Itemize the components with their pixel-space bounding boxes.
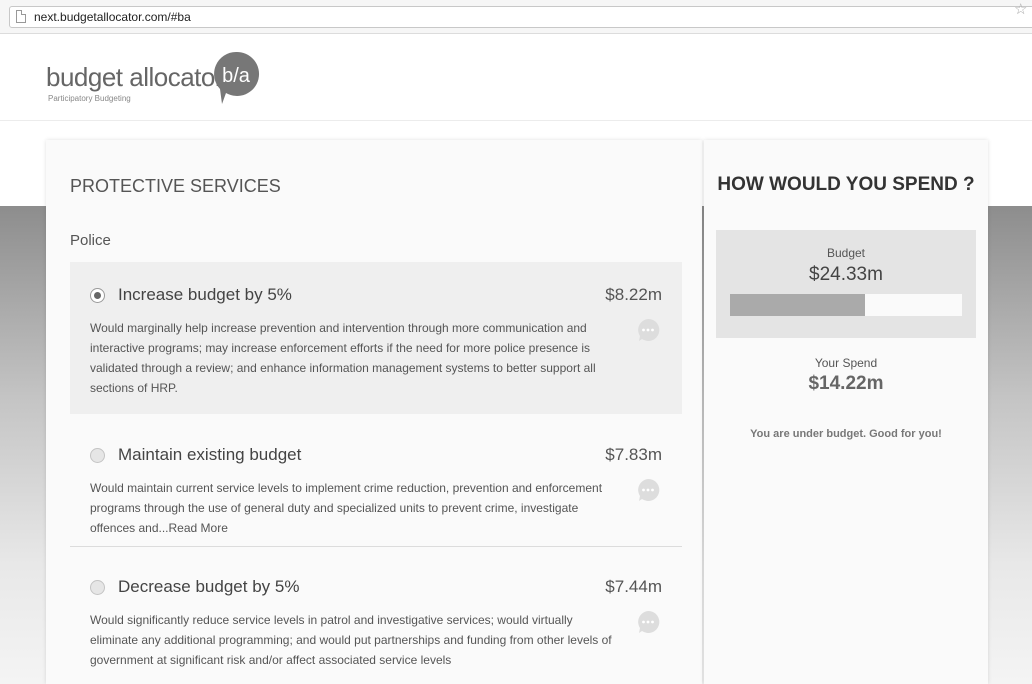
logo-wordmark[interactable]: budget allocator [46,62,224,93]
spend-label: Your Spend [814,356,878,370]
budget-status-message: You are under budget. Good for you! [750,428,942,440]
logo-tagline: Participatory Budgeting [48,94,131,103]
budget-value: $24.33m [809,264,883,285]
spend-progress-fill [730,294,866,316]
radio-unselected[interactable] [90,580,105,595]
option-price: $7.44m [605,577,662,596]
option-maintain-budget[interactable]: Maintain existing budget $7.83m Would ma… [70,422,682,547]
radio-unselected[interactable] [90,448,105,463]
subsection-title: Police [70,232,111,249]
comment-icon[interactable] [636,318,660,342]
option-description: Would significantly reduce service level… [90,613,612,667]
browser-toolbar: next.budgetallocator.com/#ba ☆ [0,0,1032,34]
comment-icon[interactable] [636,478,660,502]
star-icon[interactable]: ☆ [1014,0,1027,18]
option-price: $8.22m [605,285,662,304]
option-description: Would marginally help increase preventio… [90,321,596,395]
spend-progress-bar [730,294,962,316]
page-icon [16,10,26,23]
summary-heading: HOW WOULD YOU SPEND ? [717,174,975,195]
option-description: Would maintain current service levels to… [90,481,603,535]
address-bar[interactable]: next.budgetallocator.com/#ba [9,6,1032,28]
option-decrease-budget[interactable]: Decrease budget by 5% $7.44m Would signi… [70,554,682,684]
radio-selected[interactable] [90,288,105,303]
logo-mark-text: b/a [222,65,251,87]
option-increase-budget[interactable]: Increase budget by 5% $8.22m Would margi… [70,262,682,414]
option-label[interactable]: Maintain existing budget [118,445,301,465]
url-text[interactable]: next.budgetallocator.com/#ba [34,10,191,24]
spend-value: $14.22m [808,373,884,394]
option-label[interactable]: Decrease budget by 5% [118,577,299,597]
options-panel: PROTECTIVE SERVICES Police Increase budg… [46,140,702,684]
logo-bubble-icon[interactable]: b/a [212,50,260,106]
budget-label: Budget [826,246,866,260]
section-title: PROTECTIVE SERVICES [70,176,281,196]
site-header: budget allocator Participatory Budgeting… [0,34,1032,121]
option-label[interactable]: Increase budget by 5% [118,285,292,305]
option-price: $7.83m [605,445,662,464]
summary-panel: HOW WOULD YOU SPEND ? Budget $24.33m You… [704,140,988,684]
budget-box: Budget $24.33m [716,230,976,338]
comment-icon[interactable] [636,610,660,634]
